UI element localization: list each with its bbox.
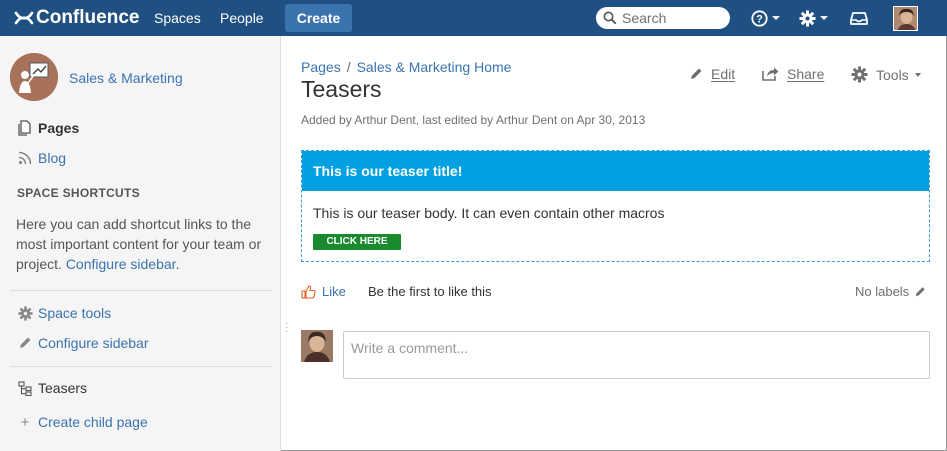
meta-edited-by: , last edited by [415,113,494,127]
editor-link[interactable]: Arthur Dent [496,113,557,127]
teaser-title: This is our teaser title! [302,151,929,191]
gear-icon [851,66,868,83]
sidebar-item-pages[interactable]: Pages [17,120,79,136]
sidebar-divider [10,366,272,367]
sidebar-item-configure-sidebar[interactable]: Configure sidebar [17,335,149,351]
teaser-macro: This is our teaser title! This is our te… [301,150,930,262]
teaser-body: This is our teaser body. It can even con… [313,205,665,221]
meta-added-by: Added by [301,113,352,127]
like-status-text: Be the first to like this [368,284,492,299]
labels-section[interactable]: No labels [855,284,926,299]
teaser-click-here-button[interactable]: CLICK HERE [313,234,401,250]
plus-icon: + [20,413,30,431]
gear-icon [799,10,816,26]
user-avatar[interactable] [893,6,918,31]
page-metadata: Added by Arthur Dent, last edited by Art… [301,113,645,127]
labels-text: No labels [855,284,910,299]
comment-input[interactable] [343,331,930,379]
create-child-page-link[interactable]: + Create child page [17,413,148,431]
pencil-icon [17,335,33,351]
breadcrumb-separator: / [346,59,351,75]
logo-text: Confluence [36,7,140,28]
search-icon [603,11,617,25]
breadcrumb: Pages / Sales & Marketing Home [301,59,511,75]
sidebar-item-label: Blog [38,150,67,166]
author-link[interactable]: Arthur Dent [354,113,415,127]
pencil-icon [915,286,925,296]
page-tree-label: Teasers [38,380,88,396]
edit-label: Edit [711,66,736,82]
create-button[interactable]: Create [285,4,352,32]
confluence-logo[interactable]: Confluence [14,5,139,31]
sidebar-item-blog[interactable]: Blog [17,150,66,166]
settings-menu[interactable] [799,8,828,28]
nav-people[interactable]: People [220,0,264,36]
search-input[interactable] [622,10,722,26]
breadcrumb-pages[interactable]: Pages [301,59,341,75]
chevron-down-icon [914,72,921,77]
pages-icon [17,120,33,136]
gear-icon [17,305,33,321]
pencil-icon [691,68,702,79]
space-avatar[interactable] [10,53,58,101]
tools-menu[interactable]: Tools [851,66,921,83]
comment-user-avatar [301,330,333,362]
help-menu[interactable]: ? [751,8,780,28]
sidebar-item-space-tools[interactable]: Space tools [17,305,111,321]
search-box[interactable] [596,7,730,29]
page-title: Teasers [301,76,382,102]
nav-spaces[interactable]: Spaces [154,0,201,36]
space-name-link[interactable]: Sales & Marketing [69,70,183,86]
svg-text:?: ? [756,13,763,25]
notifications-button[interactable] [850,8,868,28]
create-child-label: Create child page [38,414,148,430]
breadcrumb-space-home[interactable]: Sales & Marketing Home [357,59,512,75]
share-label: Share [787,66,825,82]
chevron-down-icon [820,16,828,20]
meta-date[interactable]: on Apr 30, 2013 [561,113,646,127]
page-tree-item-teasers[interactable]: Teasers [17,380,87,396]
like-label: Like [322,284,346,299]
share-icon [762,67,779,81]
space-shortcuts-text: Here you can add shortcut links to the m… [16,216,262,272]
like-button[interactable]: Like [301,284,346,299]
configure-sidebar-link[interactable]: Configure sidebar [66,256,176,272]
page-tree-icon [17,380,33,396]
sidebar-item-label: Configure sidebar [38,335,149,351]
edit-button[interactable]: Edit [689,66,735,82]
inbox-icon [850,12,868,25]
sidebar: Sales & Marketing Pages Blog SPACE SHORT… [0,36,281,451]
thumbs-up-icon [301,284,316,299]
rss-icon [17,150,33,166]
sidebar-item-label: Space tools [38,305,112,321]
help-icon: ? [751,9,768,27]
tools-label: Tools [876,66,909,83]
sidebar-resize-handle[interactable]: · · · [285,319,288,337]
top-navigation-bar: Confluence Spaces People Create ? [0,0,947,36]
sidebar-divider [10,290,272,291]
share-button[interactable]: Share [762,66,824,82]
confluence-logo-icon [14,11,34,25]
chevron-down-icon [772,16,780,20]
sidebar-item-label: Pages [38,120,80,136]
space-shortcuts-heading: SPACE SHORTCUTS [17,186,140,200]
